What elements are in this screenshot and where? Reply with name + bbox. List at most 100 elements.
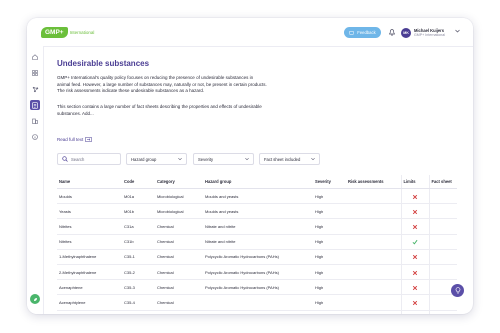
cell-code: C35-3 [122, 279, 155, 296]
page-title: Undesirable substances [57, 59, 150, 68]
cell-code: C35-1 [122, 249, 155, 265]
cell-risk-assessments [346, 294, 401, 311]
cell-severity: High [313, 234, 346, 250]
column-header-limits[interactable]: Limits [400, 175, 429, 189]
table-row[interactable]: 2-Methylnaphthalene C35-2 Chemical Polycycl… [57, 264, 457, 281]
sidebar-item-substances[interactable] [30, 84, 40, 94]
cell-risk-assessments [346, 310, 401, 314]
cell-fact-sheet [428, 234, 457, 250]
cell-code: C35-4 [122, 294, 155, 311]
cell-fact-sheet [428, 264, 457, 281]
cross-icon [412, 285, 418, 290]
table-body: Moulds M01a Microbiological Moulds and yeas… [57, 188, 457, 314]
sidebar-item-documents[interactable] [30, 100, 40, 110]
cell-limits [400, 203, 429, 220]
cell-code: C31b [122, 234, 155, 250]
sidebar-item-home[interactable] [30, 52, 40, 62]
cell-code: C35-2 [122, 264, 155, 281]
table-row[interactable]: Acenaphtene C35-3 Chemical Polycyclic Aroma… [57, 279, 457, 296]
search-input[interactable]: Search [57, 153, 121, 165]
cell-fact-sheet [428, 203, 457, 220]
cell-name: Moulds [57, 188, 122, 205]
intro-paragraph: GMP+ International's quality policy focu… [57, 75, 267, 93]
fact-sheet-select[interactable]: Fact sheet included [259, 153, 320, 165]
cell-limits [400, 218, 429, 235]
column-header-risk-assessments[interactable]: Risk assessments [346, 175, 401, 189]
column-header-code[interactable]: Code [122, 175, 155, 189]
table-row[interactable]: 1-Methylnaphthalene C35-1 Chemical Polycycl… [57, 249, 457, 265]
sidebar-item-info[interactable] [30, 132, 40, 142]
table-row[interactable]: Acenaphtylene C35-4 Chemical High [57, 294, 457, 311]
table-row[interactable]: Benzo(a)anthraceneC35-5ChemicalPolycycli… [57, 310, 457, 314]
expand-icon [85, 137, 93, 142]
column-header-hazard-group[interactable]: Hazard group [203, 175, 313, 189]
cell-category: Chemical [155, 218, 203, 235]
user-avatar[interactable]: MK [401, 28, 411, 38]
sidebar [27, 46, 44, 314]
molecule-icon [32, 86, 38, 92]
cell-name: 2-Methylnaphthalene [57, 264, 122, 281]
cell-hazard: Polycyclic Aromatic Hydrocarbons (PAHs) [203, 264, 313, 281]
home-icon [32, 54, 38, 60]
cell-name: Acenaphtene [57, 279, 122, 296]
table-row[interactable]: Yeasts M01b Microbiological Moulds and yeas… [57, 203, 457, 220]
cell-code: C35-5 [122, 310, 155, 314]
column-header-name[interactable]: Name [57, 175, 122, 189]
cross-icon [412, 300, 418, 306]
cell-hazard: Polycyclic Aromatic Hydrocarbons (PAHs) [203, 310, 313, 314]
chevron-down-icon [311, 158, 315, 161]
cell-risk-assessments [346, 188, 401, 205]
logo-badge: GMP+ [41, 27, 68, 38]
cell-category: Chemical [155, 234, 203, 250]
cell-category: Chemical [155, 310, 203, 314]
cell-hazard: Polycyclic Aromatic Hydrocarbons (PAHs) [203, 279, 313, 296]
cross-icon [412, 209, 418, 214]
search-placeholder: Search [71, 156, 85, 162]
sidebar-item-grid[interactable] [30, 68, 40, 78]
cell-fact-sheet [428, 294, 457, 311]
cell-risk-assessments [346, 279, 401, 296]
severity-select[interactable]: Severity [193, 153, 254, 165]
cell-category: Chemical [155, 294, 203, 311]
cell-name: Nitrites [57, 234, 122, 250]
cell-severity: High [313, 264, 346, 281]
table-row[interactable]: Nitrites C31a Chemical Nitrate and nitrite H… [57, 218, 457, 235]
cell-fact-sheet [428, 218, 457, 235]
cell-code: C31a [122, 218, 155, 235]
bell-icon[interactable] [389, 29, 395, 36]
sidebar-bottom-button[interactable] [30, 294, 40, 304]
cell-severity: High [313, 249, 346, 265]
read-more-label: Read full text [57, 137, 84, 142]
cell-risk-assessments [346, 218, 401, 235]
column-header-fact-sheet[interactable]: Fact sheet [428, 175, 457, 189]
cell-risk-assessments [346, 249, 401, 265]
hazard-group-select[interactable]: Hazard group [126, 153, 187, 165]
hazard-group-label: Hazard group [131, 156, 157, 162]
cell-severity: High [313, 279, 346, 296]
cell-risk-assessments [346, 264, 401, 281]
cell-limits [400, 264, 429, 281]
lightbulb-icon [455, 287, 460, 294]
table-row[interactable]: Moulds M01a Microbiological Moulds and yeas… [57, 188, 457, 205]
cell-category: Chemical [155, 249, 203, 265]
chevron-down-icon [178, 158, 182, 161]
help-button[interactable] [451, 284, 464, 297]
cell-limits [400, 249, 429, 265]
logo-subtitle: International [69, 30, 95, 35]
cell-fact-sheet [428, 188, 457, 205]
gmp-logo[interactable]: GMP+ International [41, 27, 94, 38]
sidebar-item-companies[interactable] [30, 116, 40, 126]
table-row[interactable]: Nitrites C31b Chemical Nitrate and nitrite H… [57, 234, 457, 250]
feedback-button[interactable]: Feedback [344, 27, 381, 38]
cell-limits [400, 294, 429, 311]
cell-category: Chemical [155, 279, 203, 296]
cell-severity: High [313, 218, 346, 235]
column-header-severity[interactable]: Severity [313, 175, 346, 189]
chevron-down-icon[interactable] [455, 29, 460, 33]
cell-hazard: Polycyclic Aromatic Hydrocarbons (PAHs) [203, 249, 313, 265]
document-icon [32, 101, 38, 109]
intro-paragraph-2: This section contains a large number of … [57, 104, 262, 116]
severity-label: Severity [198, 156, 214, 162]
read-full-text-link[interactable]: Read full text [57, 137, 93, 142]
column-header-category[interactable]: Category [155, 175, 203, 189]
